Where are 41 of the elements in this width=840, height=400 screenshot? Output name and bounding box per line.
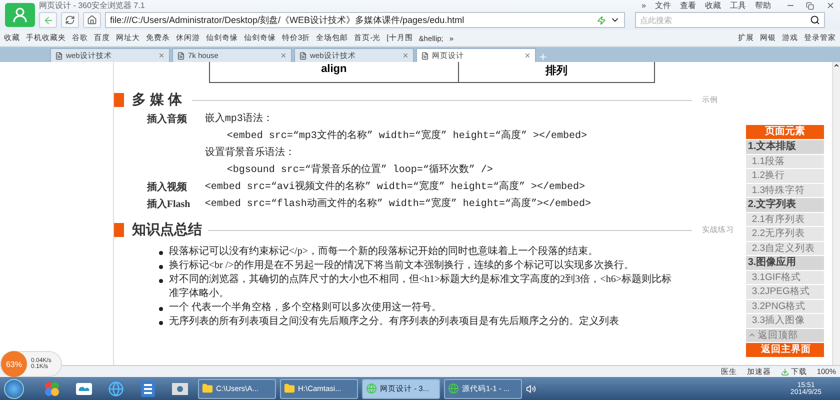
menu-item[interactable]: » [642,1,646,10]
text-line: <embed src=“flash动画文件的名称” width=“宽度” height=“高度”></embed> [204,196,591,212]
nav-item[interactable]: 2.2无序列表 [746,227,824,240]
row-label: 插入视频 [146,180,188,195]
code-line: <bgsound src=“背景音乐的位置” loop=“循环次数” /> [226,162,494,178]
table-cell: align [208,62,459,83]
section-title: 知识点总结 [132,221,202,239]
row-label: 插入Flash [146,198,192,212]
bullet-text: 一个 代表一个半角空格，多个空格则可以多次使用这一符号。 [168,301,442,315]
nav-item[interactable]: 3.图像应用 [746,256,824,270]
menu-item[interactable]: 文件 [655,0,671,11]
bullet-text: 段落标记可以没有约束标记</p>，而每一个新的段落标记开始的同时也意味着上一个段落的结束。 [168,245,598,259]
nav-item[interactable]: 2.文字列表 [746,198,824,212]
nav-item[interactable]: 2.3自定义列表 [746,242,824,255]
text-line: 设置背景音乐语法： [204,146,296,161]
nav-title: 页面元素 [746,125,824,139]
section-title: 多媒体 [132,91,186,109]
nav-item[interactable]: 3.2PNG格式 [746,300,824,313]
bullet-text: 换行标记<br />的作用是在不另起一段的情况下将当前文本强制换行，连续的多个标记可以实现多次换行。 [168,259,634,273]
nav-item[interactable]: 3.3插入图像 [746,314,824,328]
nav-item[interactable]: 1.2换行 [746,169,824,182]
menu-item[interactable]: 查看 [680,0,696,11]
menu-item[interactable]: 收藏 [705,0,721,11]
nav-item[interactable]: 3.1GIF格式 [746,270,824,284]
address-field[interactable]: file:///C:/Users/Administrator/Desktop/刻盘/《WEB设计技术》多媒体课件/pages/edu.html [105,12,625,28]
nav-item[interactable]: 3.2JPEG格式 [746,285,824,298]
bullet-text: 对不同的浏览器，其确切的点阵尺寸的大小也不相同，但<h1>标题大约是标准文字高度的2到3倍，<h6>标题则比标准字体略小。 [168,273,672,301]
code-line: <embed src=“mp3文件的名称” width=“宽度” height=“高度” ></embed> [226,128,587,144]
text-line: 嵌入mp3语法： [204,112,274,127]
menu-item[interactable]: 工具 [730,0,746,11]
usage-percent: 63% [1,351,27,377]
nav-item[interactable]: 1.1段落 [746,154,824,168]
nav-item[interactable]: 1.3特殊字符 [746,184,824,197]
text-line: <embed src=“avi视频文件的名称” width=“宽度” height=“高度” ></embed> [204,180,585,195]
table-cell: 排列 [458,62,655,83]
row-label: 插入音频 [146,112,188,127]
nav-item[interactable]: 2.1有序列表 [746,212,824,226]
bullet-text: 无序列表的所有列表项目之间没有先后顺序之分。有序列表的列表项目是有先后顺序之分的。定义列表 [168,315,619,329]
window-title: 网页设计 - 360安全浏览器 7.1 [39,0,146,11]
menu-item[interactable]: 帮助 [755,0,771,11]
nav-item[interactable]: 1.文本排版 [746,140,824,154]
